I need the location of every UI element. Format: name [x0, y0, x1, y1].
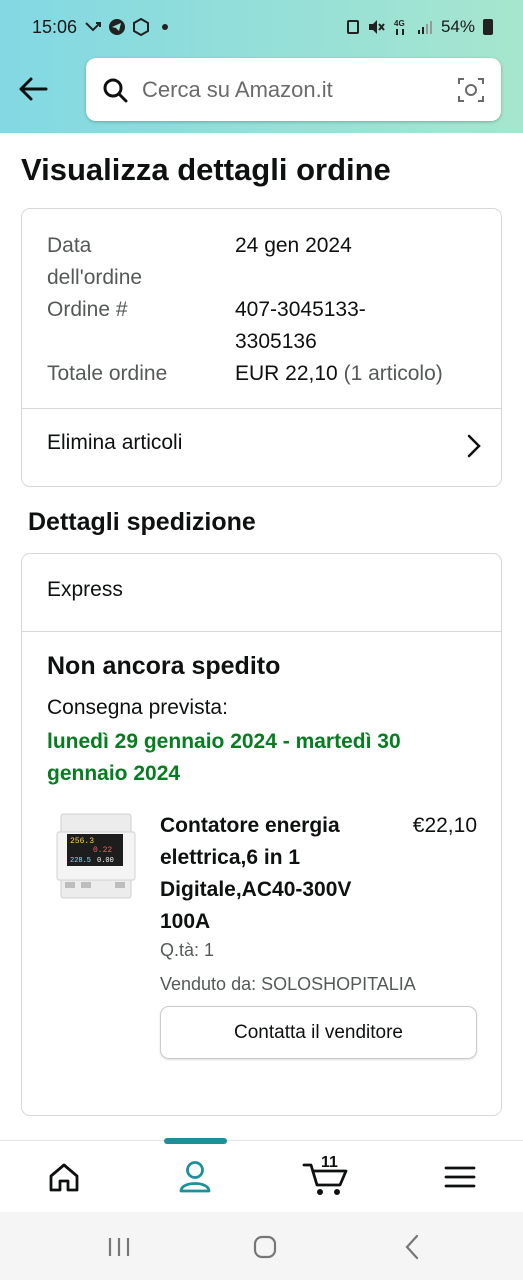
product-title[interactable]: Contatore energia elettrica,6 in 1 Digit… — [160, 810, 380, 938]
battery-percent: 54% — [440, 17, 475, 36]
recent-apps-icon[interactable] — [104, 1232, 134, 1262]
delivery-date: lunedì 29 gennaio 2024 - martedì 30 genn… — [47, 730, 401, 785]
svg-text:4G: 4G — [394, 19, 405, 28]
delete-items-label: Elimina articoli — [47, 431, 183, 454]
order-total-label: Totale ordine — [47, 362, 168, 385]
divider — [22, 631, 501, 632]
svg-text:0.22: 0.22 — [93, 846, 112, 855]
chevron-right-icon — [467, 434, 481, 458]
mute-icon — [368, 20, 385, 34]
product-image[interactable]: 256.3 0.22 228.5 0.00 — [55, 812, 137, 900]
system-navigation-bar — [0, 1212, 523, 1280]
notification-icons — [84, 18, 168, 36]
order-date-value: 24 gen 2024 — [235, 234, 352, 257]
cart-button[interactable]: 11 — [302, 1154, 350, 1197]
search-icon — [103, 78, 128, 103]
header: 15:06 4G 54% — [0, 0, 523, 133]
home-icon[interactable] — [44, 1157, 84, 1197]
hexagon-app-icon — [133, 18, 149, 36]
order-date-label: Data dell'ordine — [47, 234, 143, 289]
network-4g-icon: 4G — [394, 19, 405, 35]
delete-items-row[interactable]: Elimina articoli — [22, 409, 501, 486]
search-input[interactable] — [142, 58, 442, 121]
telegram-icon — [109, 19, 125, 35]
order-item-count: (1 articolo) — [343, 362, 443, 385]
order-total-value: EUR 22,10 (1 articolo) — [235, 362, 443, 385]
shipping-method: Express — [47, 578, 123, 601]
nfc-icon — [346, 20, 359, 34]
menu-icon[interactable] — [440, 1157, 480, 1197]
cart-count-badge: 11 — [321, 1154, 338, 1171]
active-tab-indicator — [164, 1138, 227, 1144]
account-icon[interactable] — [175, 1157, 215, 1197]
delivery-label: Consegna prevista: — [47, 696, 228, 719]
order-number-label: Ordine # — [47, 298, 128, 321]
shipping-section-title: Dettagli spedizione — [28, 508, 256, 536]
order-number-value: 407-3045133- 3305136 — [235, 298, 366, 353]
status-time: 15:06 — [32, 17, 78, 37]
missed-call-icon — [85, 22, 101, 32]
product-quantity: Q.tà: 1 — [160, 940, 215, 960]
product-price: €22,10 — [412, 814, 477, 837]
order-summary-card: Data dell'ordine 24 gen 2024 Ordine # 407… — [21, 208, 502, 487]
bottom-nav: 11 — [0, 1138, 523, 1212]
back-arrow-icon[interactable] — [16, 72, 50, 106]
svg-text:0.00: 0.00 — [97, 857, 114, 865]
contact-seller-button[interactable]: Contatta il venditore — [160, 1006, 477, 1059]
battery-icon — [483, 19, 493, 35]
signal-icon — [417, 21, 432, 34]
camera-search-icon[interactable] — [457, 76, 485, 104]
home-button-icon[interactable] — [250, 1232, 280, 1262]
product-seller[interactable]: Venduto da: SOLOSHOPITALIA — [160, 974, 416, 995]
back-button-icon[interactable] — [398, 1232, 428, 1262]
svg-text:256.3: 256.3 — [70, 837, 94, 846]
status-bar: 15:06 4G 54% — [0, 0, 523, 58]
svg-text:228.5: 228.5 — [70, 857, 91, 865]
page-title: Visualizza dettagli ordine — [21, 152, 391, 187]
shipment-status: Non ancora spedito — [47, 652, 281, 680]
search-bar[interactable] — [86, 58, 501, 121]
system-status-icons: 4G 54% — [346, 17, 493, 37]
more-notifications-dot — [162, 24, 168, 30]
shipment-card: Express Non ancora spedito Consegna prev… — [21, 553, 502, 1116]
